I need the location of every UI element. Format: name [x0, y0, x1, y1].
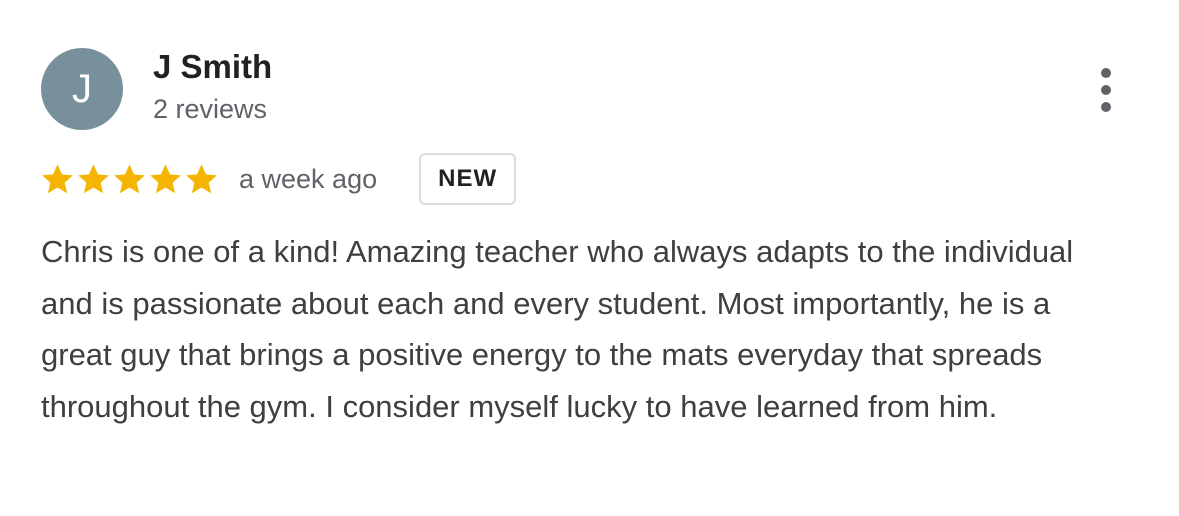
star-icon	[42, 163, 73, 193]
author-name[interactable]: J Smith	[153, 47, 272, 87]
more-vert-icon	[1101, 68, 1111, 78]
review-text: Chris is one of a kind! Amazing teacher …	[41, 234, 1074, 424]
more-options-button[interactable]	[1082, 62, 1130, 118]
avatar-initial: J	[72, 66, 92, 111]
rating-row: a week ago NEW	[40, 152, 517, 206]
avatar[interactable]: J	[41, 48, 123, 130]
more-vert-icon-dot	[1101, 85, 1111, 95]
star-icon	[186, 163, 217, 193]
star-icon	[114, 163, 145, 193]
review-card: J J Smith 2 reviews a week ago NEW Chris…	[0, 0, 1179, 516]
new-badge: NEW	[419, 153, 517, 205]
star-icon	[150, 163, 181, 193]
star-rating	[40, 162, 219, 197]
review-count: 2 reviews	[153, 94, 268, 124]
star-icon	[78, 163, 109, 193]
review-timestamp: a week ago	[239, 163, 378, 194]
more-vert-icon-dot	[1101, 102, 1111, 112]
